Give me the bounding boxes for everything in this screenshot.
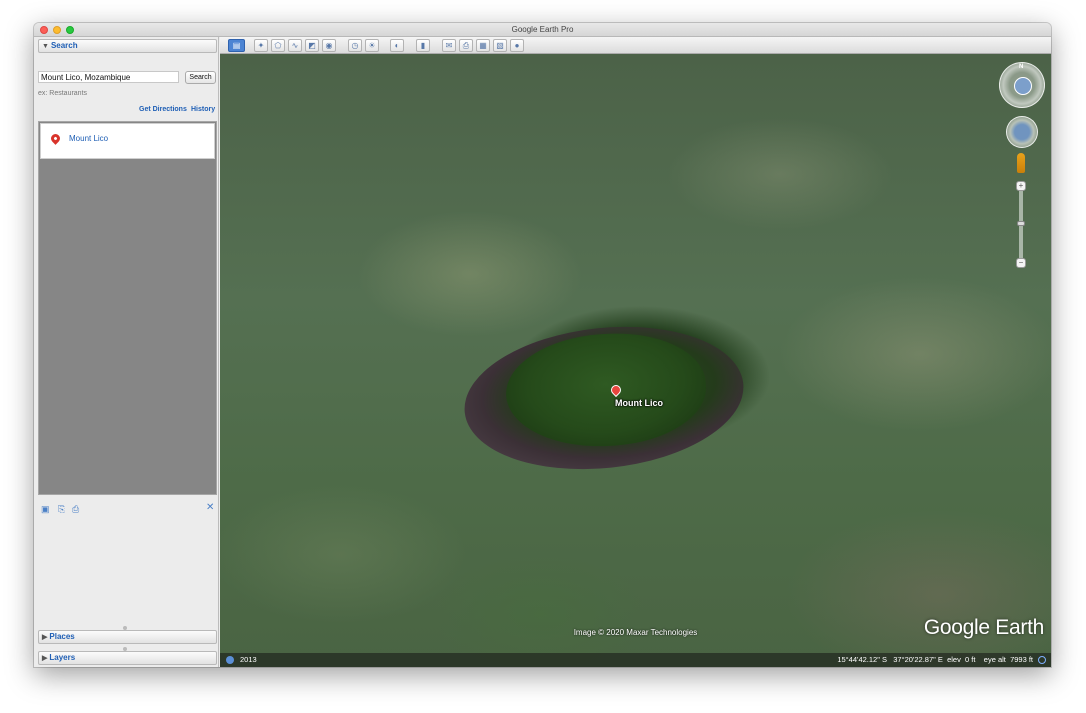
sidebar-toggle-icon[interactable]: ▤ <box>228 39 245 52</box>
imagery-year: 2013 <box>240 655 257 664</box>
google-earth-logo: Google Earth <box>923 616 1044 639</box>
search-hint: ex: Restaurants <box>38 90 88 97</box>
search-result-label[interactable]: Mount Lico <box>69 134 108 143</box>
minimize-window-button[interactable] <box>53 26 61 34</box>
eye-altitude-label: eye alt <box>983 655 1006 664</box>
street-view-pegman-icon[interactable] <box>1017 153 1025 173</box>
close-window-button[interactable] <box>40 26 48 34</box>
placemark-icon[interactable]: ✦ <box>254 39 268 52</box>
zoom-out-button[interactable]: − <box>1016 258 1026 268</box>
planets-icon[interactable]: ◐ <box>390 39 404 52</box>
look-joystick-control[interactable] <box>1006 116 1038 148</box>
title-bar: Google Earth Pro <box>34 23 1051 37</box>
copy-icon[interactable]: ⎘ <box>58 504 65 515</box>
historical-imagery-icon[interactable]: ◷ <box>348 39 362 52</box>
search-result-item[interactable]: Mount Lico <box>40 123 215 159</box>
longitude-readout: 37°20'22.87" E <box>893 655 943 664</box>
latitude-readout: 15°44'42.12" S <box>837 655 887 664</box>
zoom-slider-thumb[interactable] <box>1017 221 1025 226</box>
sun-icon[interactable]: ☀ <box>365 39 379 52</box>
historical-imagery-globe-icon[interactable] <box>226 656 234 664</box>
placemark-pin-icon <box>49 132 62 145</box>
layers-panel-header[interactable]: ▶ Layers <box>38 651 217 665</box>
path-icon[interactable]: ∿ <box>288 39 302 52</box>
earth-icon[interactable]: ● <box>510 39 524 52</box>
elevation-label: elev <box>947 655 961 664</box>
collapsed-triangle-icon: ▶ <box>42 634 48 641</box>
placemark-label[interactable]: Mount Lico <box>615 398 663 408</box>
zoom-in-button[interactable]: + <box>1016 181 1026 191</box>
search-results-list: Mount Lico <box>38 121 217 495</box>
get-directions-link[interactable]: Get Directions <box>139 106 187 113</box>
window-title: Google Earth Pro <box>511 25 574 34</box>
print-icon[interactable]: ⎙ <box>72 504 79 515</box>
save-image-icon[interactable]: ▦ <box>476 39 490 52</box>
sidebar: ▼Search Search ex: Restaurants Get Direc… <box>34 37 219 667</box>
zoom-window-button[interactable] <box>66 26 74 34</box>
places-panel-title: Places <box>49 632 75 641</box>
layers-panel-title: Layers <box>49 653 76 662</box>
add-folder-icon[interactable]: ▣ <box>41 504 50 515</box>
status-bar: 2013 15°44'42.12" S 37°20'22.87" E elev … <box>220 653 1051 667</box>
toolbar: ▤ ✦ ⬠ ∿ ◩ ◉ ◷ ☀ ◐ ▮ ✉ ⎙ ▦ ▧ ● <box>220 37 1051 54</box>
expanded-triangle-icon: ▼ <box>42 43 49 50</box>
print-icon[interactable]: ⎙ <box>459 39 473 52</box>
search-input[interactable] <box>38 71 179 83</box>
app-window: Google Earth Pro ▼Search Search ex: Rest… <box>34 23 1051 667</box>
elevation-value: 0 ft <box>965 655 976 664</box>
coordinates-readout: 15°44'42.12" S 37°20'22.87" E elev 0 ft … <box>837 653 1033 667</box>
search-panel-header[interactable]: ▼ Search <box>38 39 217 53</box>
compass-north-label: N <box>1019 64 1024 70</box>
search-button[interactable]: Search <box>185 71 216 84</box>
pan-arrows-icon[interactable] <box>1014 77 1032 95</box>
streaming-progress-icon <box>1038 656 1046 664</box>
email-icon[interactable]: ✉ <box>442 39 456 52</box>
search-panel-title: Search <box>50 41 78 50</box>
image-overlay-icon[interactable]: ◩ <box>305 39 319 52</box>
earth-3d-view[interactable]: Mount Lico N + − Image © 2020 Maxar Tech… <box>220 54 1051 667</box>
compass-control[interactable]: N <box>999 62 1045 108</box>
eye-altitude-value: 7993 ft <box>1010 655 1033 664</box>
collapsed-triangle-icon: ▶ <box>42 655 48 662</box>
tour-icon[interactable]: ◉ <box>322 39 336 52</box>
clear-search-icon[interactable]: ✕ <box>206 502 214 513</box>
ruler-icon[interactable]: ▮ <box>416 39 430 52</box>
polygon-icon[interactable]: ⬠ <box>271 39 285 52</box>
maps-icon[interactable]: ▧ <box>493 39 507 52</box>
places-panel-header[interactable]: ▶ Places <box>38 630 217 644</box>
history-link[interactable]: History <box>191 106 215 113</box>
